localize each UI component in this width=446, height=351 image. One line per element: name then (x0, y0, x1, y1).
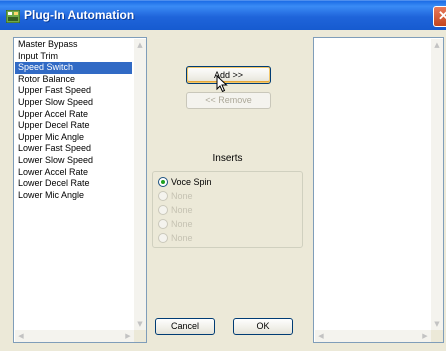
list-item[interactable]: Lower Decel Rate (15, 178, 132, 190)
scroll-right-arrow-icon[interactable]: ▶ (419, 330, 431, 342)
scroll-down-arrow-icon[interactable]: ▼ (431, 318, 443, 330)
remove-button[interactable]: << Remove (186, 92, 271, 109)
radio-option-label: Voce Spin (171, 177, 212, 187)
scroll-left-arrow-icon[interactable]: ◀ (315, 330, 327, 342)
vertical-scrollbar[interactable]: ▲ ▼ (134, 39, 146, 330)
list-item[interactable]: Master Bypass (15, 39, 132, 51)
radio-button-icon[interactable] (158, 177, 168, 187)
radio-option-label: None (171, 233, 193, 243)
list-item[interactable]: Upper Mic Angle (15, 132, 132, 144)
scroll-right-arrow-icon[interactable]: ▶ (122, 330, 134, 342)
title-bar[interactable]: Plug-In Automation ✕ (0, 0, 446, 30)
available-parameters-items: Master Bypass Input Trim Speed Switch Rotor… (15, 39, 132, 201)
horizontal-scrollbar[interactable]: ◀ ▶ (315, 330, 431, 342)
ok-button[interactable]: OK (233, 318, 293, 335)
horizontal-scrollbar[interactable]: ◀ ▶ (15, 330, 134, 342)
list-item[interactable]: Input Trim (15, 51, 132, 63)
vertical-scrollbar[interactable]: ▲ ▼ (431, 39, 443, 330)
plugin-app-icon (6, 10, 20, 23)
radio-button-icon (158, 205, 168, 215)
close-icon: ✕ (438, 8, 446, 23)
list-item[interactable]: Speed Switch (15, 62, 132, 74)
window-title: Plug-In Automation (24, 8, 135, 22)
list-item[interactable]: Upper Fast Speed (15, 85, 132, 97)
radio-button-icon (158, 233, 168, 243)
radio-button-icon (158, 191, 168, 201)
scroll-left-arrow-icon[interactable]: ◀ (15, 330, 27, 342)
scrollbar-corner (431, 330, 443, 342)
scroll-up-arrow-icon[interactable]: ▲ (134, 39, 146, 51)
scroll-up-arrow-icon[interactable]: ▲ (431, 39, 443, 51)
list-item[interactable]: Lower Accel Rate (15, 167, 132, 179)
list-item[interactable]: Upper Decel Rate (15, 120, 132, 132)
list-item[interactable]: Upper Accel Rate (15, 109, 132, 121)
radio-button-icon (158, 219, 168, 229)
mouse-pointer-icon (216, 75, 228, 93)
list-item[interactable]: Upper Slow Speed (15, 97, 132, 109)
cancel-button[interactable]: Cancel (155, 318, 215, 335)
inserts-heading: Inserts (212, 153, 243, 164)
list-item[interactable]: Rotor Balance (15, 74, 132, 86)
radio-option-label: None (171, 191, 193, 201)
radio-option-label: None (171, 219, 193, 229)
list-item[interactable]: Lower Mic Angle (15, 190, 132, 202)
close-button[interactable]: ✕ (433, 6, 446, 27)
radio-option-label: None (171, 205, 193, 215)
list-item[interactable]: Lower Slow Speed (15, 155, 132, 167)
radio-selected-dot-icon (161, 180, 165, 184)
scroll-down-arrow-icon[interactable]: ▼ (134, 318, 146, 330)
list-item[interactable]: Lower Fast Speed (15, 143, 132, 155)
scrollbar-corner (134, 330, 146, 342)
automated-parameters-list[interactable]: ▲ ▼ ◀ ▶ (313, 37, 444, 343)
inserts-group: Voce Spin None None None None (152, 171, 303, 248)
available-parameters-list[interactable]: Master Bypass Input Trim Speed Switch Rotor… (13, 37, 147, 343)
plugin-automation-dialog: Plug-In Automation ✕ Master Bypass Input … (0, 0, 446, 351)
